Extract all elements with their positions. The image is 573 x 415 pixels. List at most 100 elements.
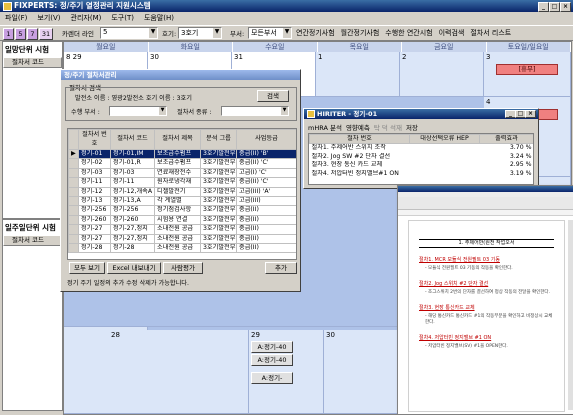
col-grade[interactable]: 사업등급 bbox=[236, 129, 296, 150]
minimize-button[interactable]: _ bbox=[538, 2, 549, 12]
chevron-down-icon: ▼ bbox=[283, 28, 291, 38]
step-cell: 절차3. 현장 통신 카드 교체 bbox=[311, 161, 383, 169]
holiday-badge[interactable]: [휴무] bbox=[496, 64, 558, 75]
col-proc-title[interactable]: 절차서 제목 bbox=[154, 129, 201, 150]
unit-select[interactable]: 3호기 ▼ bbox=[178, 27, 222, 39]
table-row[interactable]: ▶ 정기-01 정기-01,IM 보조급수펌프 3호기발전부 중급(II) 'B' bbox=[68, 148, 296, 160]
type-filter-label: 절차서 종류 : bbox=[177, 109, 212, 116]
table-row[interactable]: 정기-27 정기-27,정지 소내전원 공급 3호기발전부 중급(II) bbox=[68, 233, 296, 245]
link-annual-test[interactable]: 연간정기사험 bbox=[296, 28, 335, 38]
table-row[interactable]: 정기-256 정기-256 정기점검사항 3호기발전부 중급(II) bbox=[68, 205, 296, 216]
day-button-31[interactable]: 31 bbox=[39, 28, 53, 40]
menu-view[interactable]: 보기(V) bbox=[32, 13, 65, 24]
close-button[interactable]: × bbox=[525, 110, 536, 118]
link-done-annual[interactable]: 수행한 연간시험 bbox=[385, 28, 432, 38]
col-proc-no[interactable]: 절차서 번호 bbox=[78, 129, 111, 150]
table-row[interactable]: 절차2. Jog SW #2 단자 결선 3.24 % bbox=[310, 153, 534, 161]
weekly-panel-title: 일주일단위 시험 bbox=[5, 223, 56, 232]
menu-tools[interactable]: 도구(T) bbox=[106, 13, 139, 24]
day-cell[interactable]: 30 bbox=[324, 330, 399, 414]
weekday-mon: 월요일 bbox=[64, 42, 149, 52]
tab-mhra[interactable]: mHRA 분석 bbox=[308, 122, 342, 132]
link-proc-list[interactable]: 절차서 리스트 bbox=[470, 28, 511, 38]
show-all-button[interactable]: 모두 보기 bbox=[69, 262, 105, 274]
table-row[interactable]: 정기-03 정기-03 연료재장전수 3호기발전부 고급(I) 'C' bbox=[68, 167, 296, 179]
excel-export-button[interactable]: Excel 내보내기 bbox=[107, 262, 161, 274]
day-cell[interactable]: 29 A:정기-40 A:정기-40 A:정기- bbox=[249, 330, 324, 414]
step-cell: 절차1. 주제어반 스위치 조작 bbox=[311, 144, 386, 152]
chevron-down-icon: ▼ bbox=[281, 107, 288, 115]
schedule-item[interactable]: A:정기-40 bbox=[251, 341, 293, 353]
day-cell[interactable]: 28 bbox=[109, 330, 249, 414]
hiriter-tabs: mHRA 분석 영향예측 탁 덕 석재 저장 bbox=[308, 122, 418, 132]
type-filter-select[interactable]: ▼ bbox=[221, 106, 289, 116]
table-row[interactable]: 절차4. 저압터빈 정지밸브#1 ON 3.19 % bbox=[310, 170, 534, 178]
table-cell: 정기-256 bbox=[78, 205, 111, 216]
table-cell: 시험용 연결 bbox=[154, 214, 201, 226]
menu-admin[interactable]: 관리자(M) bbox=[66, 13, 107, 24]
col-group[interactable]: 분석 그룹 bbox=[200, 129, 237, 150]
link-history[interactable]: 이력검색 bbox=[439, 28, 465, 38]
col-effect[interactable]: 출력효과 bbox=[479, 134, 533, 145]
table-cell: 정기-28 bbox=[110, 243, 155, 254]
hiriter-logo-icon bbox=[307, 110, 315, 118]
row-selector[interactable]: ▶ bbox=[68, 148, 79, 160]
row-selector[interactable] bbox=[68, 158, 79, 169]
evaluate-button[interactable]: 사람평가 bbox=[163, 262, 203, 274]
schedule-item[interactable]: A:정기-40 bbox=[251, 354, 293, 366]
step-cell: 절차4. 저압터빈 정지밸브#1 ON bbox=[311, 169, 399, 177]
tab-analysis[interactable]: 탁 덕 석재 bbox=[374, 122, 402, 132]
table-cell: 정기-12,개속A bbox=[110, 186, 155, 198]
doc-scrollbar[interactable] bbox=[568, 220, 573, 410]
row-selector[interactable] bbox=[68, 243, 79, 254]
row-selector[interactable] bbox=[68, 186, 79, 198]
link-monthly-test[interactable]: 월간정기사험 bbox=[341, 28, 380, 38]
close-button[interactable]: × bbox=[560, 2, 571, 12]
row-selector[interactable] bbox=[68, 177, 79, 188]
day-button-1[interactable]: 1 bbox=[3, 28, 14, 40]
day-cell[interactable]: 2 bbox=[400, 52, 484, 97]
table-row[interactable]: 정기-13 정기-13,A 각 계열별 3호기발전부 고급(III) bbox=[68, 196, 296, 207]
row-selector[interactable] bbox=[68, 167, 79, 179]
document-window: 1. 주제어반(원전 작업오서 절차1. MCR 모듈식 전원필트 03 기동 -… bbox=[397, 185, 573, 415]
table-row[interactable]: 정기-27 정기-27,정지 소내전원 공급 3호기발전부 중급(II) bbox=[68, 224, 296, 235]
table-cell: 정기-03 bbox=[78, 167, 111, 179]
menu-help[interactable]: 도움말(H) bbox=[139, 13, 179, 24]
col-step[interactable]: 절차 번호 bbox=[309, 134, 410, 145]
dept-filter-select[interactable]: ▼ bbox=[109, 106, 167, 116]
menu-file[interactable]: 파일(F) bbox=[0, 13, 32, 24]
table-row[interactable]: 정기-11 정기-11 원자로냉각재 3호기발전부 중급(II) 'C' bbox=[68, 177, 296, 188]
col-hep[interactable]: 대상선택오류 HEP bbox=[409, 134, 480, 145]
day-cell[interactable]: 1 bbox=[316, 52, 400, 97]
table-cell: 정기-27,정지 bbox=[110, 233, 155, 245]
procedure-table[interactable]: 절차서 번호 절차서 코드 절차서 제목 분석 그룹 사업등급 ▶ 정기-01 정기… bbox=[67, 128, 297, 260]
tab-save[interactable]: 저장 bbox=[406, 122, 418, 132]
table-row[interactable]: 정기-02 정기-01,R 보조급수펌프 3호기발전부 중급(II) 'C' bbox=[68, 158, 296, 169]
table-row[interactable]: 절차3. 현장 통신 카드 교체 2.95 % bbox=[310, 161, 534, 169]
dialog-status: 정기 주기 일정의 추가 수정 삭제가 가능합니다. bbox=[67, 280, 189, 287]
row-selector[interactable] bbox=[68, 214, 79, 226]
search-button[interactable]: 검색 bbox=[257, 90, 289, 102]
row-selector[interactable] bbox=[68, 205, 79, 216]
table-row[interactable]: 정기-12 정기-12,개속A 디젤발전기 3호기발전부 고급(III) 'A' bbox=[68, 186, 296, 198]
doc-step-title: 절차1. MCR 모듈식 전원필트 03 기동 bbox=[419, 257, 500, 263]
calendar-line-select[interactable]: 5 ▼ bbox=[100, 27, 158, 39]
maximize-button[interactable]: □ bbox=[549, 2, 560, 12]
table-row[interactable]: 정기-260 정기-260 시험용 연결 3호기발전부 중급(II) bbox=[68, 214, 296, 226]
dept-select[interactable]: 모든부서 ▼ bbox=[248, 27, 292, 39]
day-button-5[interactable]: 5 bbox=[15, 28, 26, 40]
day-cell-weekend[interactable]: 3 [휴무] bbox=[484, 52, 571, 97]
col-proc-code[interactable]: 절차서 코드 bbox=[110, 129, 155, 150]
row-selector[interactable] bbox=[68, 233, 79, 245]
day-button-7[interactable]: 7 bbox=[27, 28, 38, 40]
schedule-item[interactable]: A:정기- bbox=[251, 372, 293, 384]
row-selector[interactable] bbox=[68, 196, 79, 207]
table-row[interactable]: 절차1. 주제어반 스위치 조작 3.70 % bbox=[310, 144, 534, 153]
tab-impact[interactable]: 영향예측 bbox=[346, 122, 370, 132]
table-cell: 3호기발전부 bbox=[200, 205, 237, 216]
hiriter-table[interactable]: 절차 번호 대상선택오류 HEP 출력효과 절차1. 주제어반 스위치 조작 3.… bbox=[308, 133, 534, 185]
row-selector[interactable] bbox=[68, 224, 79, 235]
add-button[interactable]: 추가 bbox=[265, 262, 297, 274]
table-row[interactable]: 정기-28 정기-28 소내전원 공급 3호기발전부 중급(II) bbox=[68, 243, 296, 254]
table-cell: 중급(II) bbox=[236, 243, 296, 254]
